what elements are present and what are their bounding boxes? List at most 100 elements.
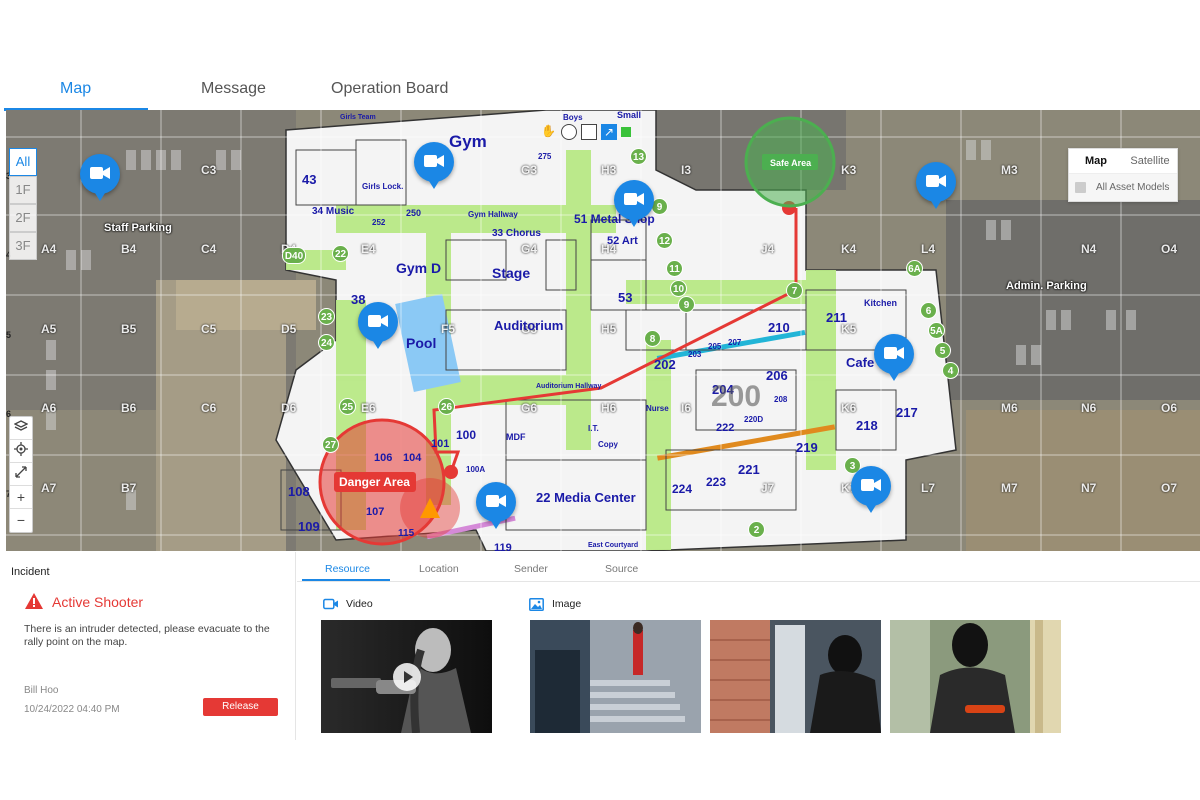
tab-operation-board[interactable]: Operation Board [331,80,448,98]
tab-source[interactable]: Source [605,563,638,575]
grid-cell-label: F5 [441,322,456,336]
room-label: 109 [298,519,320,534]
numbered-point-marker[interactable]: 12 [656,232,673,249]
circle-tool-icon[interactable] [561,124,577,140]
numbered-point-marker[interactable]: 13 [630,148,647,165]
asset-toggle-label: All Asset Models [1096,182,1170,193]
floor-2f-button[interactable]: 2F [9,204,37,232]
video-camera-icon [90,167,110,179]
tab-sender[interactable]: Sender [514,563,548,575]
color-swatch-icon[interactable] [621,127,631,137]
grid-cell-label: J4 [761,242,775,256]
active-detail-tab-indicator [302,579,390,581]
numbered-point-marker[interactable]: 5 [934,342,951,359]
checkbox-icon[interactable] [1075,181,1086,193]
grid-cell-label: I3 [681,163,692,177]
room-label: 220D [744,415,764,424]
grid-cell-label: C3 [201,163,217,177]
camera-marker[interactable] [476,482,516,529]
layers-icon[interactable] [10,417,32,440]
grid-cell-label: L4 [921,242,936,256]
map-type-map-button[interactable]: Map [1069,149,1123,173]
numbered-point-marker[interactable]: 22 [332,245,349,262]
numbered-point-marker[interactable]: 27 [322,436,339,453]
floor-all-button[interactable]: All [9,148,37,176]
room-label: 202 [654,357,676,372]
grid-cell-label: O6 [1161,401,1178,415]
video-thumbnail[interactable] [321,620,492,733]
zoom-in-icon[interactable]: + [10,486,32,509]
camera-marker[interactable] [916,162,956,209]
pan-hand-icon[interactable]: ✋ [541,124,557,140]
numbered-point-marker[interactable]: 10 [670,280,687,297]
image-thumbnail[interactable] [530,620,701,733]
image-thumbnail[interactable] [890,620,1061,733]
image-thumbnail[interactable] [710,620,881,733]
numbered-point-marker[interactable]: 25 [339,398,356,415]
arrow-tool-icon[interactable]: ↗ [601,124,617,140]
room-label: 200 [711,380,762,413]
release-button[interactable]: Release [203,698,278,716]
grid-cell-label: J7 [761,481,775,495]
all-asset-models-toggle[interactable]: All Asset Models [1069,173,1177,201]
grid-cell-label: G4 [521,242,538,256]
numbered-point-marker[interactable]: 7 [786,282,803,299]
row-number: 5 [6,330,12,340]
grid-cell-label: A6 [41,401,57,415]
room-label: I.T. [588,424,599,433]
map-type-satellite-button[interactable]: Satellite [1123,149,1177,173]
numbered-point-marker[interactable]: D40 [282,247,306,264]
room-label: 224 [672,482,693,496]
camera-marker[interactable] [614,180,654,227]
intruder-door-image [710,620,881,733]
grid-cell-label: E4 [361,242,376,256]
numbered-point-marker[interactable]: 4 [942,362,959,379]
video-section-label: Video [346,598,373,610]
locate-icon[interactable] [10,440,32,463]
fullscreen-icon[interactable] [10,463,32,486]
numbered-point-marker[interactable]: 8 [644,330,661,347]
numbered-point-marker[interactable]: 6 [920,302,937,319]
grid-cell-label: D5 [281,322,297,336]
tab-location[interactable]: Location [419,563,459,575]
grid-cell-label: H6 [601,401,617,415]
room-label: 22 Media Center [536,490,636,505]
room-label: 53 [618,290,633,305]
room-label: Small [617,110,642,120]
numbered-point-marker[interactable]: 11 [666,260,683,277]
floor-3f-button[interactable]: 3F [9,232,37,260]
room-label: 100A [466,465,486,474]
numbered-point-marker[interactable]: 6A [906,260,923,277]
numbered-point-marker[interactable]: 26 [438,398,455,415]
campus-map[interactable]: C3G3H3I3K3M3A4B4C4D4E4G4H4J4K4L4N4O4A5B5… [6,110,1200,551]
intruder-window-image [890,620,1061,733]
room-label: Copy [598,440,618,449]
square-tool-icon[interactable] [581,124,597,140]
floor-1f-button[interactable]: 1F [9,176,37,204]
numbered-point-marker[interactable]: 5A [928,322,945,339]
room-label: Cafe [846,355,875,370]
room-label: 252 [372,218,386,227]
camera-marker[interactable] [358,302,398,349]
numbered-point-marker[interactable]: 24 [318,334,335,351]
numbered-point-marker[interactable]: 23 [318,308,335,325]
numbered-point-marker[interactable]: 9 [678,296,695,313]
grid-cell-label: G3 [521,163,538,177]
camera-marker[interactable] [851,466,891,513]
room-label: 34 Music [312,206,355,217]
camera-marker[interactable] [414,142,454,189]
play-icon[interactable] [393,663,421,691]
sender-name: Bill Hoo [24,685,59,696]
grid-cell-label: B6 [121,401,137,415]
incident-section-title: Incident [11,566,50,578]
room-label: 33 Chorus [492,228,541,239]
tab-map[interactable]: Map [60,80,91,98]
camera-marker[interactable] [80,154,120,201]
numbered-point-marker[interactable]: 2 [748,521,765,538]
room-label: 207 [728,338,742,347]
tab-resource[interactable]: Resource [325,563,370,575]
tab-message[interactable]: Message [201,80,266,98]
room-label: 38 [351,292,366,307]
zoom-out-icon[interactable]: − [10,509,32,532]
camera-marker[interactable] [874,334,914,381]
